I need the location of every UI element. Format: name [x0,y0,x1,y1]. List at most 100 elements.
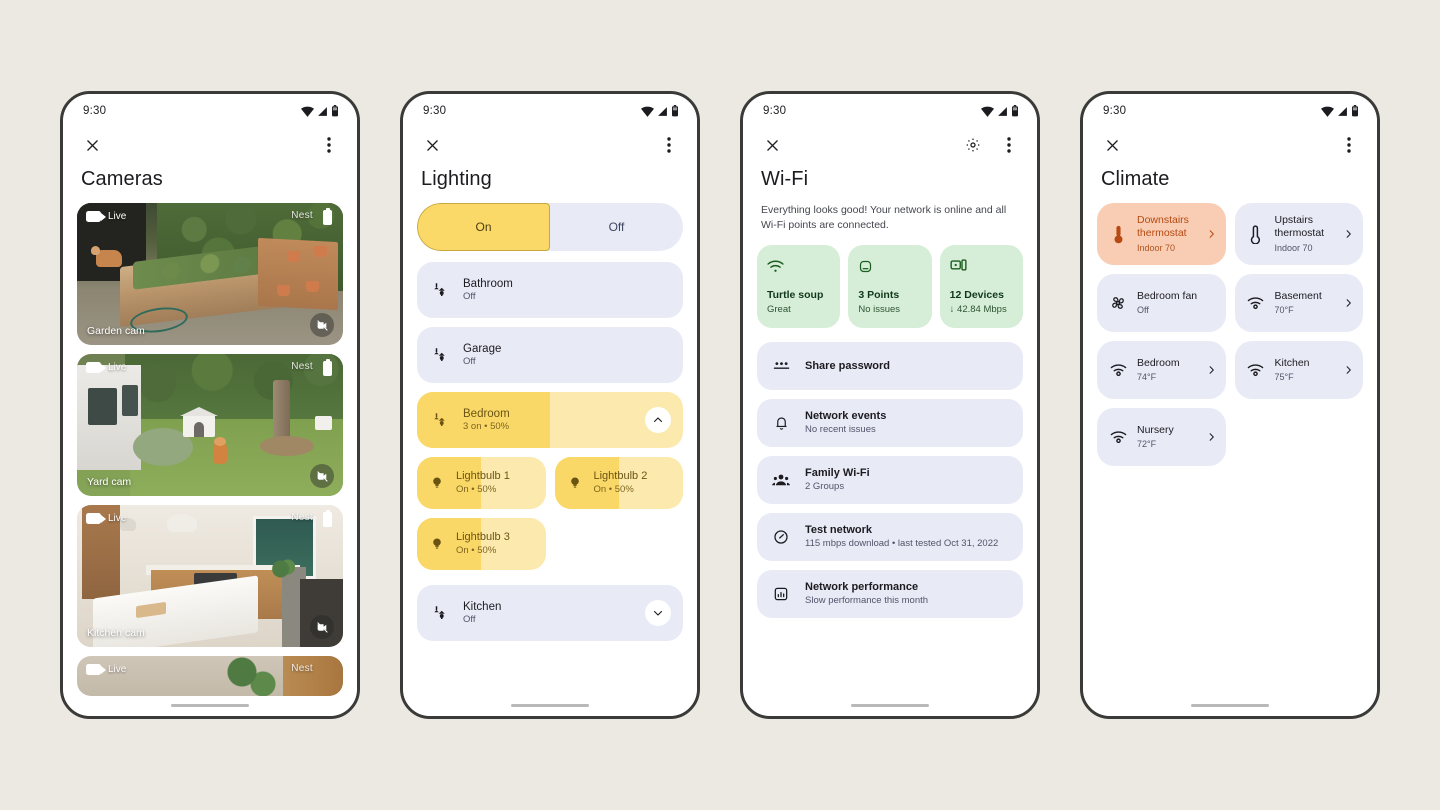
wifi-card-points[interactable]: 3 Points No issues [848,245,932,328]
more-options-icon[interactable] [1338,134,1360,156]
wifi-row-test-network[interactable]: Test network 115 mbps download • last te… [757,512,1023,561]
light-status: Off [463,291,476,303]
wifi-row-subtitle: Slow performance this month [805,595,929,607]
light-group-icon [431,603,451,623]
wifi-card-title: 3 Points [858,289,900,302]
climate-card-subtitle: 74°F [1137,372,1157,383]
climate-card-subtitle: Indoor 70 [1274,243,1313,254]
bell-icon [771,415,791,431]
bulb-tile-3[interactable]: Lightbulb 3 On • 50% [417,518,546,570]
toggle-on-button[interactable]: On [417,203,550,251]
climate-card-bedroom-fan[interactable]: Bedroom fan Off [1097,274,1226,332]
battery-icon [1012,105,1018,117]
home-indicator[interactable] [851,703,929,707]
chevron-right-icon[interactable] [1343,365,1354,376]
more-options-icon[interactable] [998,134,1020,156]
cell-signal-icon [318,106,327,116]
climate-screen: 9:30 Climate Downstairs thermostat Indoo… [1083,94,1377,716]
wifi-row-title: Share password [805,359,890,372]
climate-card-subtitle: 72°F [1137,439,1157,450]
close-icon[interactable] [1101,134,1123,156]
bulb-grid: Lightbulb 1 On • 50% Lightbulb 2 On • 50… [417,457,683,570]
more-options-icon[interactable] [318,134,340,156]
light-row-bedroom[interactable]: Bedroom 3 on • 50% [417,392,683,448]
wifi-card-subtitle: No issues [858,304,901,316]
toggle-off-button[interactable]: Off [550,203,683,251]
cell-signal-icon [1338,106,1347,116]
wifi-row-share-password[interactable]: Share password [757,341,1023,390]
climate-card-subtitle: 75°F [1274,372,1294,383]
climate-card-subtitle: 70°F [1274,305,1294,316]
camera-name-label: Kitchen cam [87,627,145,639]
climate-card-bedroom[interactable]: Bedroom 74°F [1097,341,1226,399]
wifi-card-network[interactable]: Turtle soup Great [757,245,841,328]
light-row-bathroom[interactable]: Bathroom Off [417,262,683,318]
camera-brand-label: Nest [291,663,313,674]
wifi-row-network-events[interactable]: Network events No recent issues [757,398,1023,447]
live-badge: Live [86,664,126,675]
gear-icon[interactable] [962,134,984,156]
climate-card-kitchen[interactable]: Kitchen 75°F [1234,341,1363,399]
close-icon[interactable] [81,134,103,156]
light-status: Off [463,614,476,626]
chevron-right-icon[interactable] [1343,229,1354,240]
expand-chevron-icon[interactable] [645,600,671,626]
light-group-icon [431,280,451,300]
climate-card-subtitle: Indoor 70 [1137,243,1176,254]
sensor-icon [1247,296,1265,310]
video-camera-icon [86,211,106,222]
status-time: 9:30 [763,105,787,117]
more-options-icon[interactable] [658,134,680,156]
live-badge: Live [86,513,126,524]
camera-screen: 9:30 Cameras Live Nest Garden cam Live N… [63,94,357,716]
app-bar [63,128,357,162]
wifi-icon [641,106,654,117]
climate-card-title: Bedroom fan [1137,289,1198,302]
chevron-right-icon[interactable] [1206,365,1217,376]
app-bar-actions [962,134,1020,156]
light-row-garage[interactable]: Garage Off [417,327,683,383]
camera-feed-image [77,354,343,496]
video-off-icon[interactable] [310,615,334,639]
home-indicator[interactable] [171,703,249,707]
home-indicator[interactable] [1191,703,1269,707]
video-off-icon[interactable] [310,464,334,488]
status-bar: 9:30 [743,94,1037,128]
video-off-icon[interactable] [310,313,334,337]
bulb-tile-1[interactable]: Lightbulb 1 On • 50% [417,457,546,509]
chevron-right-icon[interactable] [1206,432,1217,443]
close-icon[interactable] [761,134,783,156]
climate-card-title: Nursery [1137,423,1174,436]
lighting-content: On Off Bathroom Off Garage Off Bedroom 3… [403,203,697,716]
wifi-row-subtitle: 2 Groups [805,481,845,493]
camera-tile-garden[interactable]: Live Nest Garden cam [77,203,343,345]
climate-card-downstairs-thermostat[interactable]: Downstairs thermostat Indoor 70 [1097,203,1226,265]
home-indicator[interactable] [511,703,589,707]
climate-content: Downstairs thermostat Indoor 70 Upstairs [1083,203,1377,716]
camera-feed-image [77,505,343,647]
live-label: Live [108,362,127,373]
camera-tile-kitchen[interactable]: Live Nest Kitchen cam [77,505,343,647]
wifi-row-title: Network performance [805,580,919,593]
status-icon-group [981,105,1019,117]
climate-card-basement[interactable]: Basement 70°F [1234,274,1363,332]
chevron-right-icon[interactable] [1343,298,1354,309]
wifi-card-devices[interactable]: 12 Devices ↓ 42.84 Mbps [939,245,1023,328]
climate-card-upstairs-thermostat[interactable]: Upstairs thermostat Indoor 70 [1234,203,1363,265]
camera-tile-partial[interactable]: Live Nest [77,656,343,696]
light-row-kitchen[interactable]: Kitchen Off [417,585,683,641]
chevron-right-icon[interactable] [1206,229,1217,240]
close-icon[interactable] [421,134,443,156]
battery-icon [672,105,678,117]
wifi-icon [301,106,314,117]
climate-card-nursery[interactable]: Nursery 72°F [1097,408,1226,466]
thermostat-filled-icon [1109,225,1127,244]
wifi-row-network-performance[interactable]: Network performance Slow performance thi… [757,569,1023,618]
collapse-chevron-icon[interactable] [645,407,671,433]
wifi-row-family-wifi[interactable]: Family Wi-Fi 2 Groups [757,455,1023,504]
sensor-icon [1109,363,1127,377]
bulb-tile-2[interactable]: Lightbulb 2 On • 50% [554,457,683,509]
bulb-name: Lightbulb 2 [593,469,648,482]
camera-tile-yard[interactable]: Live Nest Yard cam [77,354,343,496]
app-bar [743,128,1037,162]
